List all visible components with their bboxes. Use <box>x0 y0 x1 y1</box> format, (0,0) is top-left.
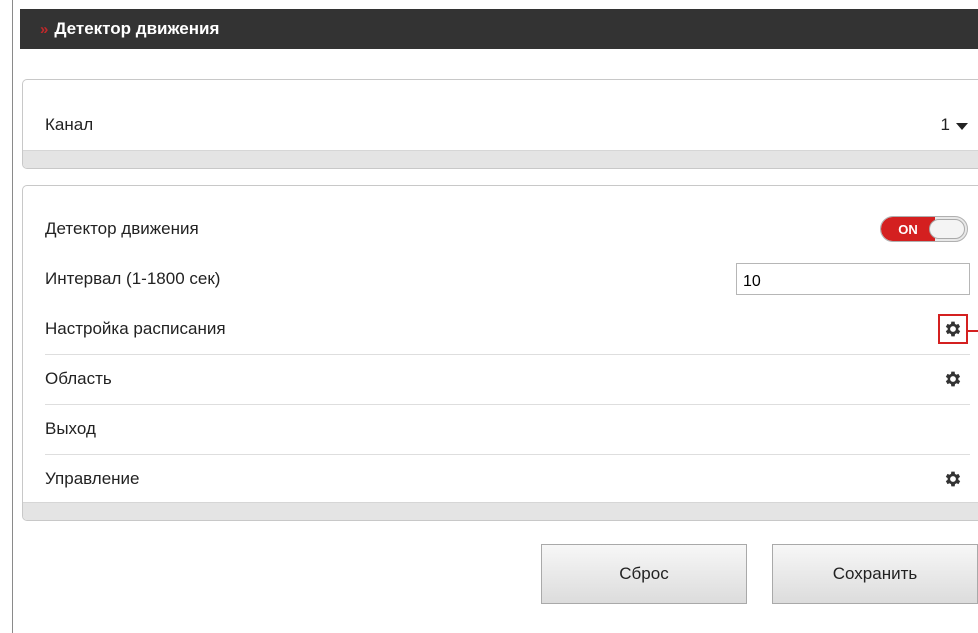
gear-icon <box>945 471 961 487</box>
channel-row: Канал 1 <box>45 100 970 150</box>
section-header: » Детектор движения <box>20 9 978 49</box>
save-button[interactable]: Сохранить <box>772 544 978 604</box>
interval-input[interactable] <box>736 263 970 295</box>
area-settings-gear-icon[interactable] <box>940 366 966 392</box>
area-row: Область <box>45 354 970 405</box>
output-label: Выход <box>45 419 96 438</box>
schedule-row: Настройка расписания <box>45 304 970 355</box>
toggle-knob <box>929 219 965 239</box>
motion-detector-label: Детектор движения <box>45 219 199 238</box>
panel-footer <box>23 150 978 168</box>
interval-row: Интервал (1-1800 сек) <box>45 254 970 304</box>
interval-label: Интервал (1-1800 сек) <box>45 269 221 288</box>
toggle-on-label: ON <box>881 217 935 241</box>
schedule-settings-gear-icon[interactable] <box>938 314 968 344</box>
reset-button[interactable]: Сброс <box>541 544 747 604</box>
channel-select-value: 1 <box>940 115 950 134</box>
motion-detector-toggle[interactable]: ON <box>880 216 968 242</box>
output-row: Выход <box>45 404 970 455</box>
control-row: Управление <box>45 454 970 504</box>
channel-label: Канал <box>45 115 94 134</box>
control-settings-gear-icon[interactable] <box>940 466 966 492</box>
caret-down-icon <box>956 122 968 130</box>
channel-select[interactable]: 1 <box>941 115 968 135</box>
gear-icon <box>945 371 961 387</box>
channel-panel: Канал 1 <box>22 79 978 169</box>
gear-icon <box>945 321 961 337</box>
page-title: Детектор движения <box>54 19 220 38</box>
control-label: Управление <box>45 469 140 488</box>
chevron-double-right-icon: » <box>40 20 48 38</box>
annotation-pointer-line <box>968 330 978 332</box>
panel-footer <box>23 502 978 520</box>
motion-detector-row: Детектор движения ON <box>45 204 970 254</box>
motion-settings-panel: Детектор движения ON Интервал (1-1800 се… <box>22 185 978 521</box>
schedule-label: Настройка расписания <box>45 319 226 338</box>
area-label: Область <box>45 369 112 388</box>
